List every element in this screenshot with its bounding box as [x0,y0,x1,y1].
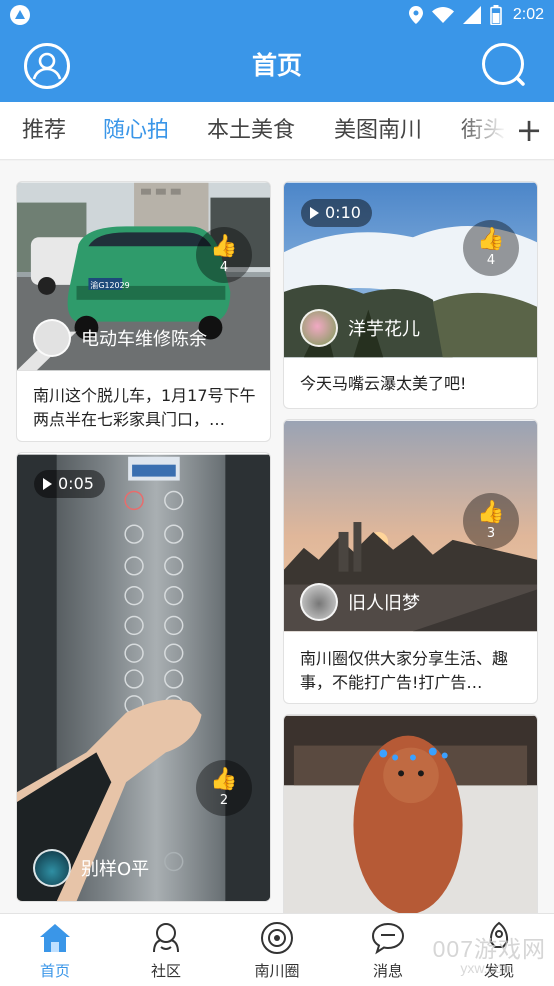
tab-snapshots[interactable]: 随心拍 [103,102,169,159]
author-name: 别样O平 [81,859,150,880]
author-name: 电动车维修陈余 [81,329,207,350]
app-logo-icon [10,5,30,25]
play-icon [310,207,319,219]
play-icon [43,478,52,490]
search-button[interactable] [482,43,525,86]
post-author[interactable]: 旧人旧梦 [300,583,420,621]
like-badge[interactable]: 👍 2 [196,760,252,816]
post-author[interactable]: 电动车维修陈余 [33,319,207,357]
circle-feed-icon [261,922,293,954]
license-plate: 渝G12029 [90,280,129,290]
author-name: 洋芋花儿 [348,319,420,340]
nav-label: 首页 [39,962,70,980]
thumbs-up-icon: 👍 [477,500,505,525]
status-icons: 2:02 [408,4,544,26]
nav-community[interactable]: 社区 [111,914,221,986]
video-duration: 0:10 [301,199,372,227]
search-icon [515,76,525,86]
avatar [300,583,338,621]
like-badge[interactable]: 👍 4 [463,220,519,276]
like-badge[interactable]: 👍 4 [196,227,252,283]
post-image-dog [284,715,537,913]
post-image-elevator [17,454,270,901]
post-author[interactable]: 别样O平 [33,849,149,887]
thumbs-up-icon: 👍 [210,234,238,259]
app-bar: 首页 [0,30,554,102]
category-tabs: 推荐 随心拍 本土美食 美图南川 街头 + [0,102,554,160]
tab-beautiful-nanchuan[interactable]: 美图南川 [334,102,422,159]
site-watermark: 007游戏网 [432,936,546,962]
post-caption: 南川圈仅供大家分享生活、趣事，不能打广告!打广告… [300,649,509,692]
like-count: 4 [219,260,229,275]
like-count: 3 [486,526,496,541]
battery-icon [490,5,502,25]
author-name: 旧人旧梦 [348,593,420,614]
nav-label: 消息 [372,962,403,980]
avatar [33,849,71,887]
thumbs-up-icon: 👍 [477,227,505,252]
nav-nanchuan-circle[interactable]: 南川圈 [222,914,332,986]
post-card[interactable]: 0:10 👍 4 洋芋花儿 今天马嘴云瀑太美了吧! [283,181,538,409]
post-card[interactable] [283,714,538,913]
post-caption: 今天马嘴云瀑太美了吧! [300,374,467,393]
video-duration: 0:05 [34,470,105,498]
wifi-icon [431,7,454,23]
post-card[interactable]: 👍 3 旧人旧梦 南川圈仅供大家分享生活、趣事，不能打广告!打广告… [283,419,538,704]
signal-icon [462,6,481,24]
location-icon [408,6,423,24]
tab-recommend[interactable]: 推荐 [22,102,66,159]
feed-list: 渝G12029 👍 4 电动车维修陈余 南川这个脱儿车，1月17号下午两点半在七… [0,161,554,913]
home-icon [40,924,70,952]
like-badge[interactable]: 👍 3 [463,493,519,549]
post-card[interactable]: 0:05 👍 2 别样O平 [16,452,271,902]
post-card[interactable]: 渝G12029 👍 4 电动车维修陈余 南川这个脱儿车，1月17号下午两点半在七… [16,181,271,442]
like-count: 2 [219,793,229,808]
avatar [33,319,71,357]
avatar [300,309,338,347]
nav-label: 南川圈 [254,962,300,980]
site-watermark-sub: yxw.com [460,960,514,976]
add-category-button[interactable]: + [510,112,548,150]
plus-icon: + [515,111,543,149]
thumbs-up-icon: 👍 [210,767,238,792]
nav-home[interactable]: 首页 [0,914,110,986]
nav-messages[interactable]: 消息 [333,914,443,986]
post-caption: 南川这个脱儿车，1月17号下午两点半在七彩家具门口，… [33,386,256,429]
page-title: 首页 [251,51,302,80]
tab-local-food[interactable]: 本土美食 [207,102,295,159]
nav-label: 社区 [150,962,181,980]
like-count: 4 [486,253,496,268]
post-author[interactable]: 洋芋花儿 [300,309,420,347]
status-bar: 2:02 [0,0,554,30]
chat-bubble-icon [371,922,405,955]
community-icon [153,923,179,953]
clock: 2:02 [512,6,544,23]
